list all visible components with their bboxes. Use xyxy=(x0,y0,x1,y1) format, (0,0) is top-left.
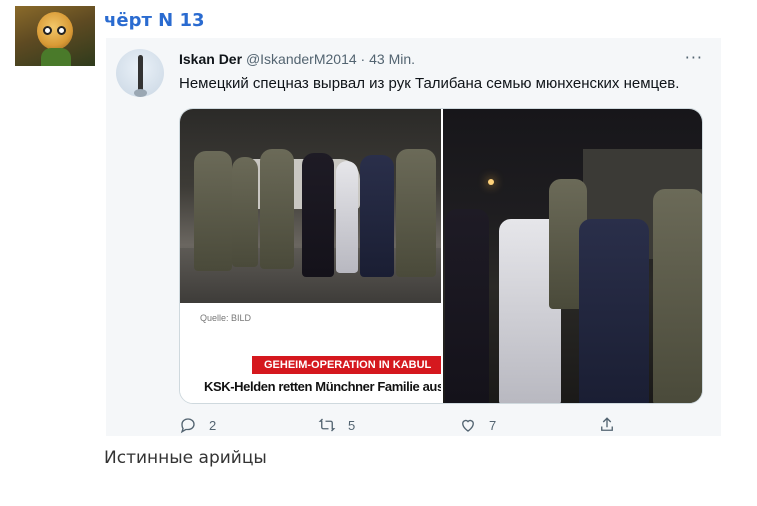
like-button[interactable]: 7 xyxy=(459,416,496,434)
reply-icon xyxy=(180,418,195,434)
post-username[interactable]: чёрт N 13 xyxy=(104,10,205,31)
photo-soldiers-family xyxy=(180,109,441,303)
photo-figure xyxy=(579,219,649,403)
photo-figure xyxy=(653,189,702,403)
tweet-actions: 2 5 7 xyxy=(179,416,703,436)
tweet-author-name[interactable]: Iskan Der xyxy=(179,51,242,67)
avatar-eye-right xyxy=(57,26,66,35)
tweet-timestamp[interactable]: 43 Min. xyxy=(369,51,415,67)
more-icon[interactable]: ··· xyxy=(685,48,703,67)
embedded-tweet[interactable]: Iskan Der @IskanderM2014 · 43 Min. ··· Н… xyxy=(106,38,721,436)
image-source-label: Quelle: BILD xyxy=(200,313,252,323)
photo-light xyxy=(488,179,494,185)
share-icon xyxy=(601,417,613,431)
avatar-eye-left xyxy=(43,26,52,35)
tweet-media[interactable]: Quelle: BILD GEHEIM-OPERATION IN KABUL K… xyxy=(179,108,703,404)
photo-figure xyxy=(302,153,334,277)
reply-button[interactable]: 2 xyxy=(179,416,216,434)
user-avatar[interactable] xyxy=(15,6,95,66)
photo-figure xyxy=(336,161,358,273)
media-image-left[interactable]: Quelle: BILD GEHEIM-OPERATION IN KABUL K… xyxy=(180,109,441,403)
smoke-icon xyxy=(134,89,147,97)
avatar-character-body xyxy=(41,48,71,66)
heart-icon xyxy=(462,419,474,432)
news-banner: GEHEIM-OPERATION IN KABUL xyxy=(252,356,441,374)
photo-figure xyxy=(260,149,294,269)
media-image-right[interactable] xyxy=(443,109,702,403)
reply-count: 2 xyxy=(209,417,217,433)
header-separator: · xyxy=(360,51,366,67)
photo-figure xyxy=(194,151,232,271)
photo-figure xyxy=(360,155,394,277)
post-caption: Истинные арийцы xyxy=(104,448,267,468)
tweet-header: Iskan Der @IskanderM2014 · 43 Min. xyxy=(179,51,415,67)
missile-icon xyxy=(138,55,143,91)
retweet-icon xyxy=(318,418,336,432)
share-button[interactable] xyxy=(598,416,616,434)
retweet-button[interactable]: 5 xyxy=(318,416,355,434)
like-count: 7 xyxy=(489,417,497,433)
news-headline: KSK-Helden retten Münchner Familie aus T… xyxy=(204,379,441,394)
photo-figure xyxy=(396,149,436,277)
tweet-author-handle[interactable]: @IskanderM2014 xyxy=(246,51,357,67)
tweet-text: Немецкий спецназ вырвал из рук Талибана … xyxy=(179,75,680,92)
photo-figure xyxy=(232,157,258,267)
retweet-count: 5 xyxy=(348,417,356,433)
tweet-author-avatar[interactable] xyxy=(116,49,164,97)
photo-figure xyxy=(445,209,489,403)
